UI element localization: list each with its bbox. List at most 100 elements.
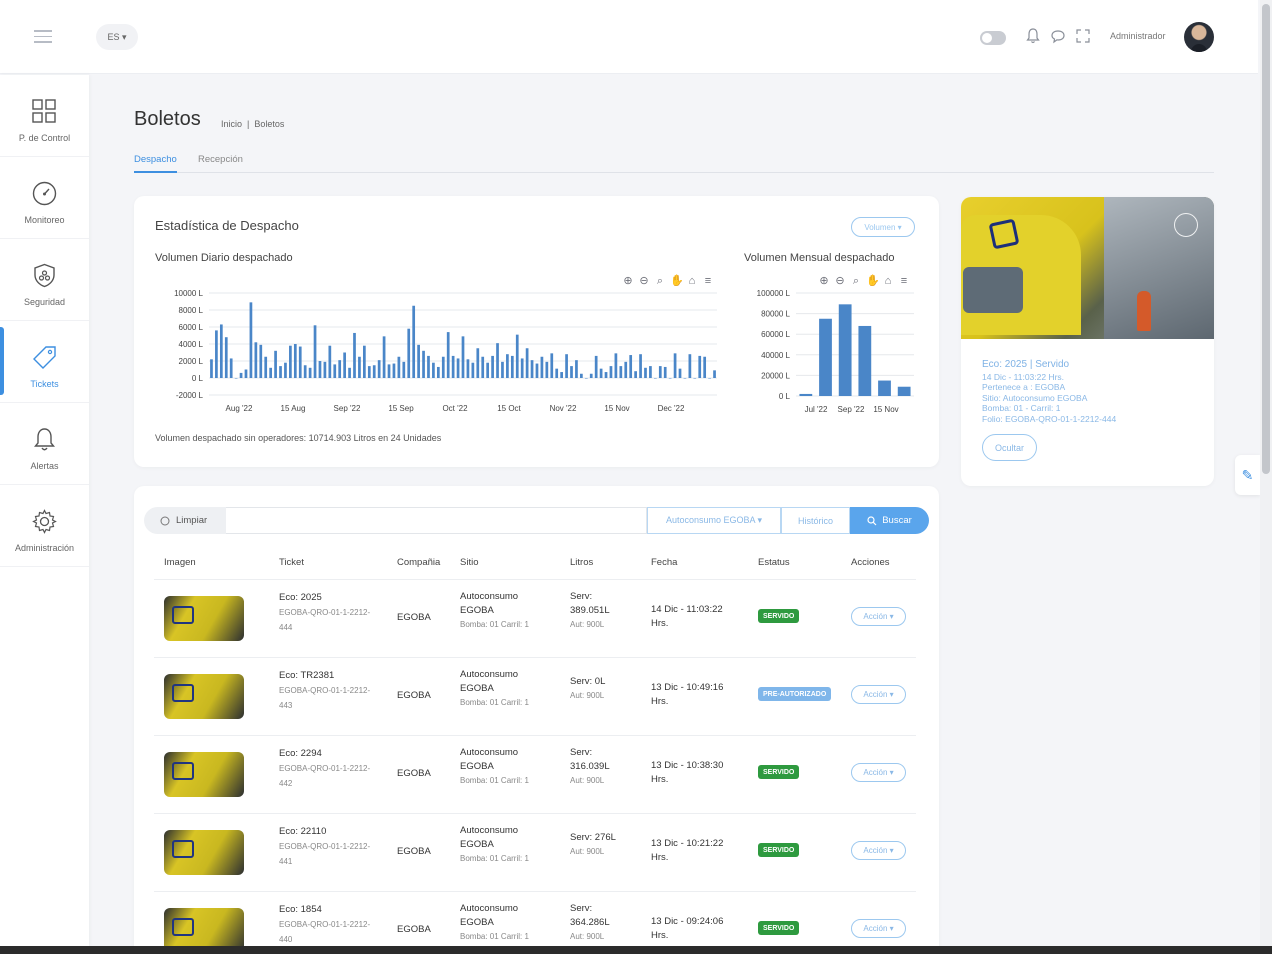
breadcrumb: Inicio | Boletos — [221, 119, 289, 129]
menu-icon[interactable] — [34, 30, 54, 44]
bar — [259, 344, 263, 378]
bar — [897, 386, 911, 396]
camera-icon[interactable] — [1174, 213, 1198, 237]
y-tick-label: 20000 L — [761, 371, 790, 380]
sidebar-item-label: Alertas — [30, 461, 59, 471]
bar — [412, 305, 416, 378]
column-header: Ticket — [279, 557, 304, 568]
page-title: Boletos — [134, 108, 201, 130]
search-icon — [867, 515, 877, 525]
bar — [264, 356, 268, 378]
monthly-volume-chart: 100000 L 80000 L 60000 L 40000 L 20000 L 0 L J… — [757, 289, 914, 414]
bar — [609, 366, 613, 378]
action-dropdown[interactable]: Acción ▾ — [851, 919, 906, 938]
bar — [397, 356, 401, 378]
clear-button[interactable]: Limpiar — [144, 507, 226, 534]
ticket-thumbnail[interactable] — [164, 596, 244, 641]
sidebar-item-tickets[interactable]: Tickets — [0, 321, 89, 403]
bar — [298, 346, 302, 378]
truck-photo[interactable] — [961, 197, 1214, 339]
avatar[interactable] — [1184, 22, 1214, 52]
volume-dropdown[interactable]: Volumen ▾ — [851, 217, 915, 237]
sidebar-item-control-panel[interactable]: P. de Control — [0, 75, 89, 157]
bar — [471, 362, 475, 378]
action-dropdown[interactable]: Acción ▾ — [851, 607, 906, 626]
chat-icon[interactable] — [1050, 27, 1066, 45]
bar — [799, 393, 813, 396]
tab-reception[interactable]: Recepción — [198, 154, 243, 165]
action-dropdown[interactable]: Acción ▾ — [851, 763, 906, 782]
sidebar-item-alerts[interactable]: Alertas — [0, 403, 89, 485]
bar — [614, 353, 618, 378]
column-header: Litros — [570, 557, 594, 568]
history-button[interactable]: Histórico — [781, 507, 850, 534]
liters-cell: Serv: 389.051L Aut: 900L — [570, 591, 610, 629]
preview-pump: Bomba: 01 - Carril: 1 — [982, 403, 1061, 413]
table-row[interactable]: Eco: 2294 EGOBA-QRO-01-1-2212- 442 EGOBA A… — [154, 736, 916, 814]
table-row[interactable]: Eco: 2025 EGOBA-QRO-01-1-2212- 444 EGOBA A… — [154, 580, 916, 658]
bar — [506, 354, 509, 378]
bar — [254, 342, 258, 378]
page-scrollbar[interactable] — [1260, 0, 1272, 946]
x-tick-label: 15 Nov — [604, 404, 629, 413]
bar — [210, 359, 213, 378]
user-name[interactable]: Administrador — [1110, 31, 1166, 41]
bar — [289, 345, 292, 378]
site-select[interactable]: Autoconsumo EGOBA ▾ — [647, 507, 781, 534]
pin-icon[interactable]: ✎ — [1235, 455, 1260, 495]
table-row[interactable]: Eco: TR2381 EGOBA-QRO-01-1-2212- 443 EGOBA… — [154, 658, 916, 736]
ticket-thumbnail[interactable] — [164, 830, 244, 875]
search-button[interactable]: Buscar — [850, 507, 929, 534]
bar — [377, 360, 381, 378]
card-title: Estadística de Despacho — [155, 218, 299, 233]
table-row[interactable]: Eco: 1854 EGOBA-QRO-01-1-2212- 440 EGOBA A… — [154, 892, 916, 954]
y-tick-label: -2000 L — [176, 391, 204, 400]
bar — [481, 356, 485, 378]
bar — [323, 361, 327, 378]
bar — [343, 352, 346, 378]
bar — [683, 378, 687, 379]
bell-icon[interactable] — [1025, 27, 1041, 45]
action-dropdown[interactable]: Acción ▾ — [851, 685, 906, 704]
search-input[interactable] — [226, 507, 647, 534]
tab-dispatch[interactable]: Despacho — [134, 154, 177, 173]
sidebar-item-administration[interactable]: Administración — [0, 485, 89, 567]
ticket-preview-info: Eco: 2025 | Servido 14 Dic - 11:03:22 Hr… — [982, 359, 1117, 424]
language-selector[interactable]: ES ▾ — [96, 24, 138, 50]
x-tick-label: Sep '22 — [334, 404, 361, 413]
daily-volume-chart: 10000 L 8000 L 6000 L 4000 L 2000 L 0 L -2000 … — [174, 289, 717, 413]
daily-chart-title: Volumen Diario despachado — [155, 252, 293, 264]
action-dropdown[interactable]: Acción ▾ — [851, 841, 906, 860]
bar — [496, 343, 499, 378]
y-tick-label: 4000 L — [179, 340, 204, 349]
bar — [239, 372, 243, 378]
preview-folio: Folio: EGOBA-QRO-01-1-2212-444 — [982, 413, 1117, 424]
bar — [402, 361, 406, 378]
column-header: Sitio — [460, 557, 479, 568]
breadcrumb-home[interactable]: Inicio — [221, 119, 242, 129]
ticket-thumbnail[interactable] — [164, 674, 244, 719]
liters-cell: Serv: 364.286L Aut: 900L — [570, 903, 610, 941]
theme-toggle[interactable] — [980, 31, 1006, 45]
sidebar-item-security[interactable]: Seguridad — [0, 239, 89, 321]
top-bar: ES ▾ Administrador — [0, 0, 1258, 74]
ticket-thumbnail[interactable] — [164, 752, 244, 797]
y-tick-label: 8000 L — [179, 306, 204, 315]
bar — [234, 378, 238, 379]
bar — [668, 378, 672, 379]
bar — [249, 302, 253, 378]
bar — [224, 337, 228, 378]
table-row[interactable]: Eco: 22110 EGOBA-QRO-01-1-2212- 441 EGOBA … — [154, 814, 916, 892]
bar — [476, 348, 480, 378]
site-cell: Autoconsumo EGOBA Bomba: 01 Carril: 1 — [460, 903, 529, 941]
sidebar-item-monitoring[interactable]: Monitoreo — [0, 157, 89, 239]
fullscreen-icon[interactable] — [1075, 27, 1091, 45]
bar — [279, 366, 282, 378]
dispatch-footnote: Volumen despachado sin operadores: 10714… — [155, 433, 442, 443]
date-cell: 13 Dic - 10:21:22 Hrs. — [651, 838, 724, 863]
y-tick-label: 0 L — [779, 392, 791, 401]
grid-icon — [32, 99, 56, 123]
bar — [353, 332, 356, 378]
hide-button[interactable]: Ocultar — [982, 434, 1037, 461]
bar — [550, 353, 554, 378]
